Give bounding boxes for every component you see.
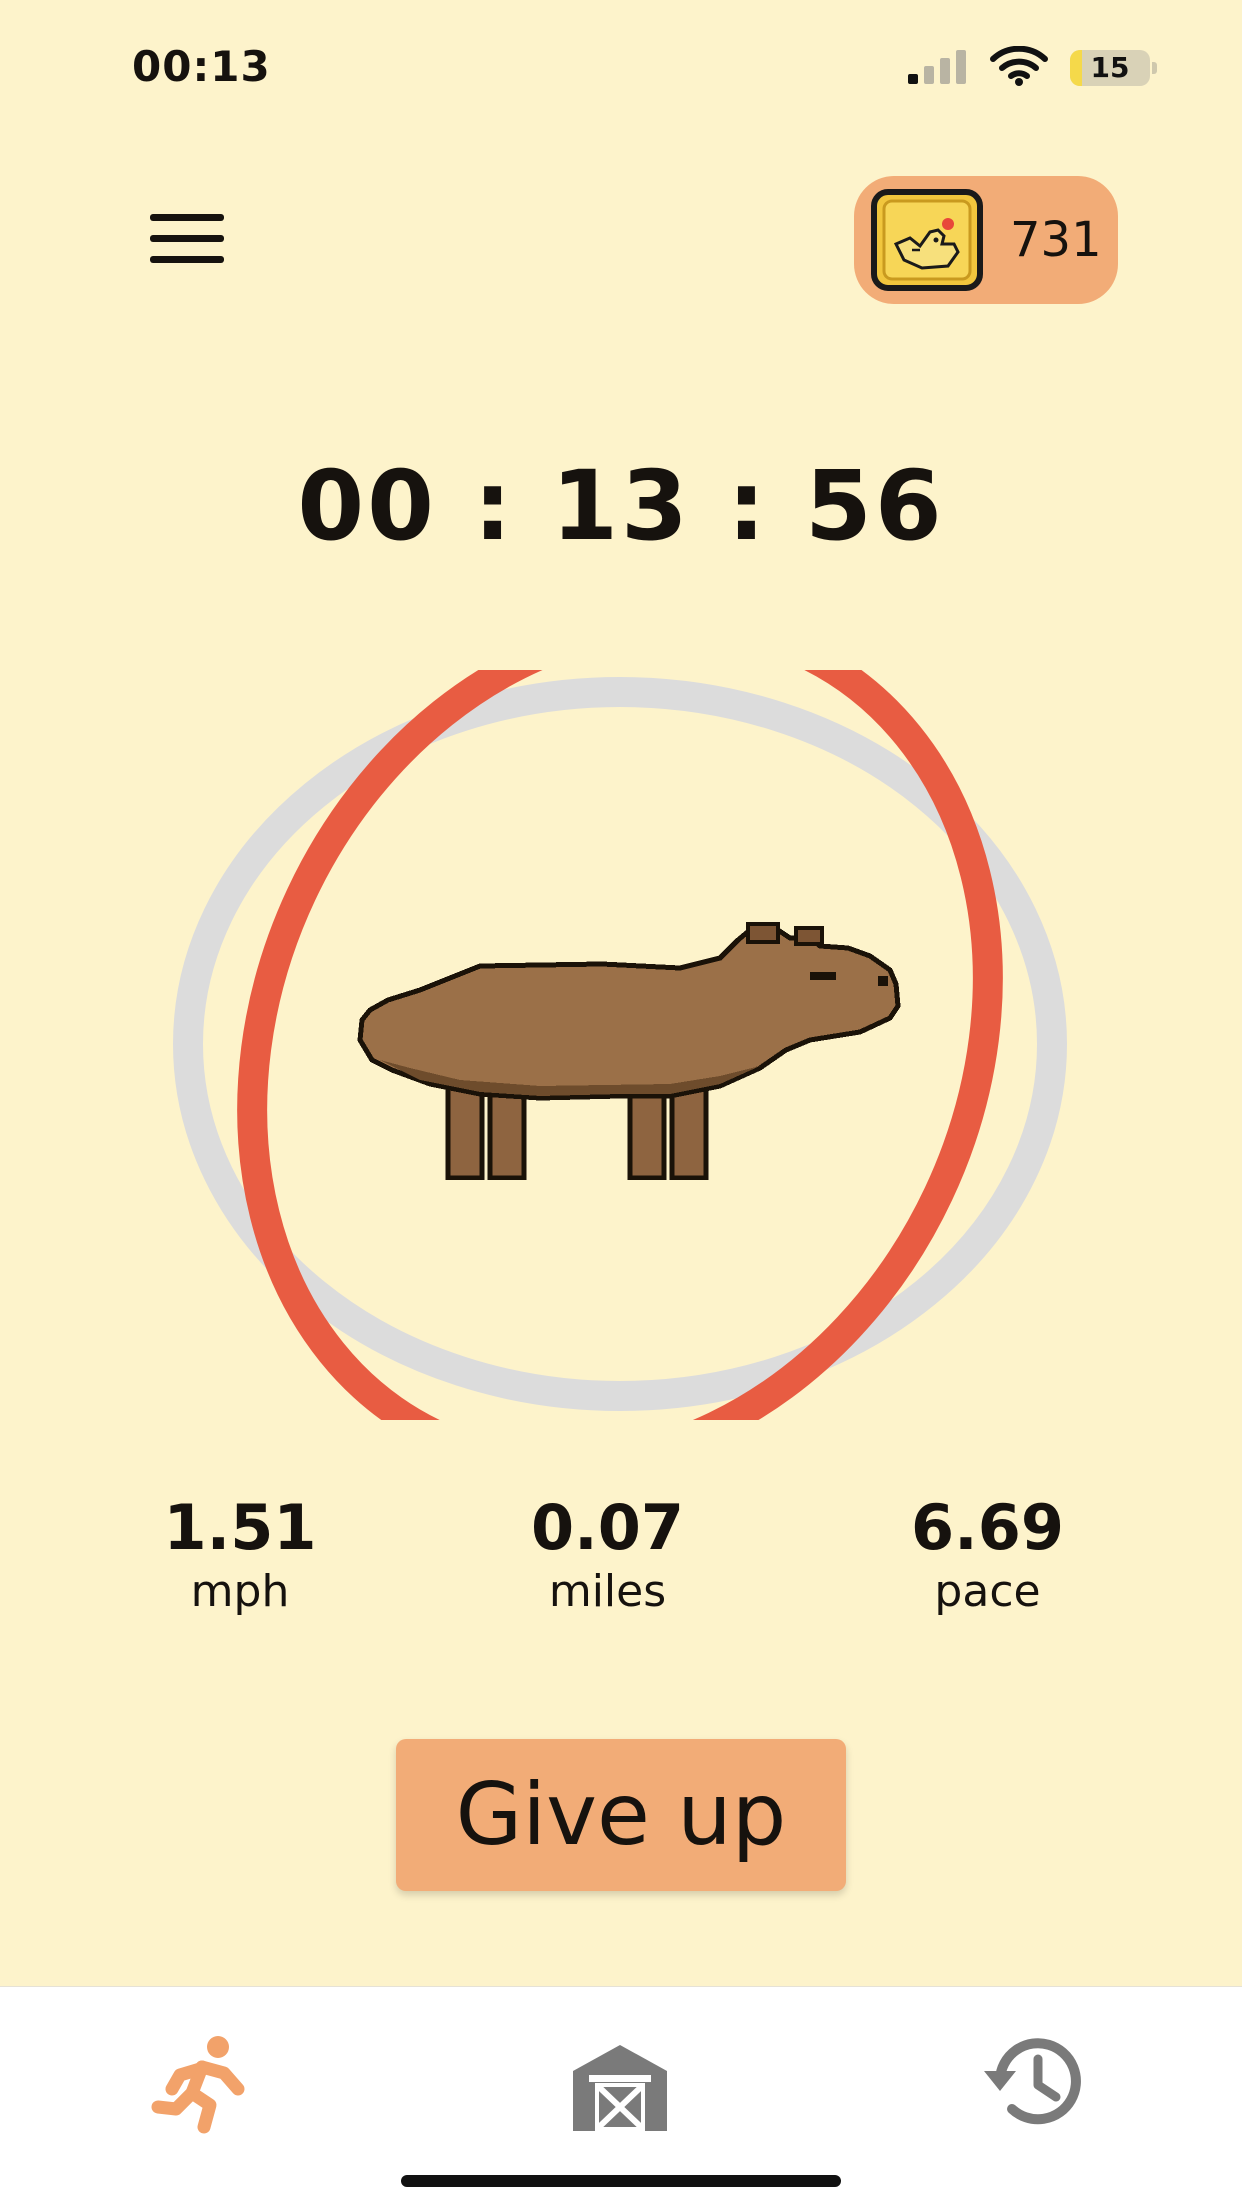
distance-label: miles bbox=[548, 1566, 667, 1617]
pace-label: pace bbox=[934, 1566, 1041, 1617]
coin-balance-badge[interactable]: 731 bbox=[854, 176, 1118, 304]
home-indicator bbox=[401, 2175, 841, 2187]
pace-stat: 6.69 pace bbox=[890, 1492, 1085, 1620]
pace-value: 6.69 bbox=[911, 1491, 1064, 1564]
status-time: 00:13 bbox=[132, 42, 271, 91]
status-bar: 00:13 15 bbox=[0, 0, 1242, 130]
battery-tip bbox=[1152, 62, 1157, 74]
history-icon bbox=[984, 2038, 1081, 2125]
battery-level: 15 bbox=[1090, 51, 1130, 84]
tab-run[interactable] bbox=[150, 2027, 260, 2137]
barn-icon bbox=[573, 2045, 667, 2131]
capybara-icon bbox=[357, 922, 901, 1180]
tab-barn[interactable] bbox=[565, 2027, 675, 2137]
speed-label: mph bbox=[190, 1566, 290, 1617]
give-up-button[interactable]: Give up bbox=[396, 1739, 846, 1891]
hamburger-menu-icon[interactable] bbox=[146, 210, 228, 268]
wifi-icon bbox=[990, 46, 1048, 86]
running-person-icon bbox=[151, 2036, 245, 2134]
coin-count: 731 bbox=[1010, 212, 1102, 268]
battery-body: 15 bbox=[1070, 50, 1150, 86]
tab-history[interactable] bbox=[978, 2027, 1088, 2137]
speed-value: 1.51 bbox=[163, 1491, 317, 1564]
distance-stat: 0.07 miles bbox=[515, 1492, 700, 1620]
distance-value: 0.07 bbox=[531, 1491, 684, 1564]
tab-bar bbox=[0, 1986, 1242, 2209]
battery-indicator: 15 bbox=[1070, 50, 1158, 86]
chicken-coin-icon bbox=[871, 189, 983, 291]
cellular-signal-icon bbox=[908, 50, 966, 84]
elapsed-timer: 00 : 13 : 56 bbox=[297, 450, 945, 562]
speed-stat: 1.51 mph bbox=[150, 1492, 330, 1620]
